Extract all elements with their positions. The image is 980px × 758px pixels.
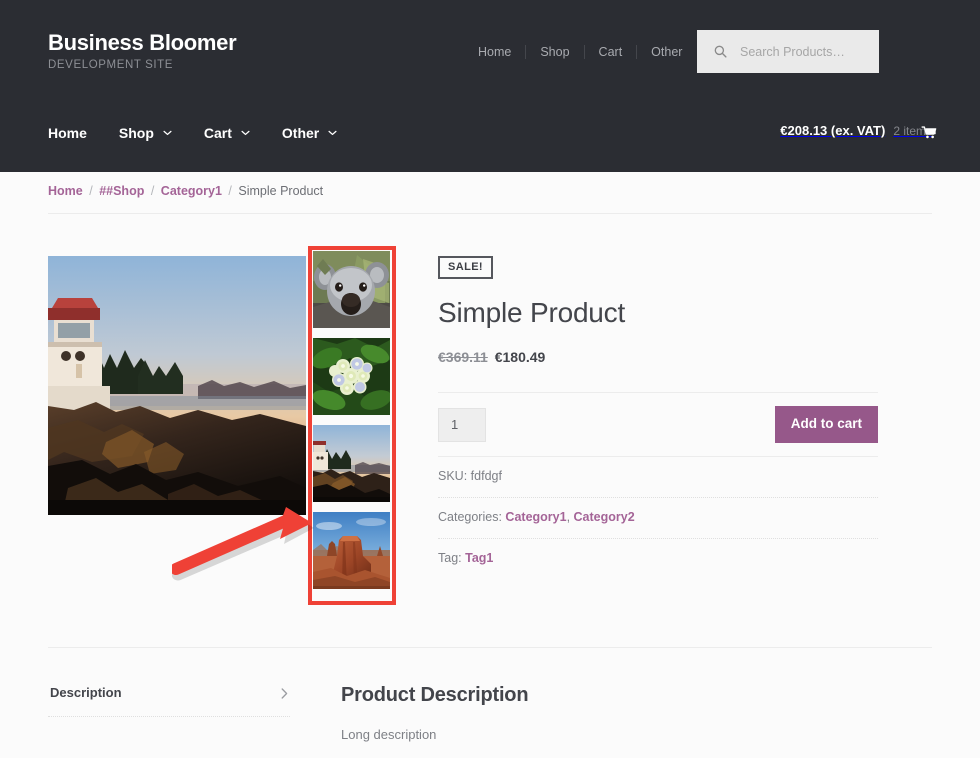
- main-nav-label: Cart: [203, 125, 232, 141]
- add-to-cart-form: Add to cart: [438, 393, 878, 456]
- tab-description-label: Description: [50, 685, 122, 700]
- tabs-top-divider: [48, 647, 932, 648]
- description-panel: Product Description Long description: [341, 682, 881, 758]
- search-input[interactable]: [738, 43, 863, 60]
- koala-bear-image: [313, 251, 390, 328]
- lighthouse-coast-sunset-image: [48, 256, 306, 515]
- chevron-down-icon: [328, 130, 337, 136]
- site-header: Business Bloomer DEVELOPMENT SITE Home S…: [0, 0, 980, 172]
- site-tagline: DEVELOPMENT SITE: [48, 59, 174, 71]
- price-regular: €369.11: [438, 349, 488, 365]
- product-tabs: Description: [48, 684, 290, 717]
- quantity-input[interactable]: [438, 407, 486, 442]
- thumbnail-item-koala[interactable]: [313, 251, 390, 328]
- top-nav-item-shop[interactable]: Shop: [526, 43, 583, 61]
- thumbnail-item-lighthouse[interactable]: [313, 425, 390, 502]
- meta-label: Categories:: [438, 510, 502, 524]
- description-body: Long description: [341, 727, 437, 742]
- meta-label: SKU:: [438, 469, 468, 483]
- product-summary: SALE! Simple Product €369.11 €180.49 Add…: [438, 256, 878, 579]
- thumbnail-item-hydrangea[interactable]: [313, 338, 390, 415]
- meta-value-sku: fdfdgf: [470, 469, 502, 483]
- main-nav-label: Home: [48, 125, 87, 141]
- product-main-image[interactable]: [48, 256, 306, 515]
- breadcrumb: Home / ##Shop / Category1 / Simple Produ…: [48, 183, 323, 200]
- main-nav-label: Shop: [118, 125, 154, 141]
- breadcrumb-separator: /: [228, 184, 232, 198]
- product-thumbnail-list: [313, 251, 390, 589]
- hydrangea-flower-image: [313, 338, 390, 415]
- main-nav-item-other[interactable]: Other: [282, 122, 337, 144]
- breadcrumb-separator: /: [89, 184, 93, 198]
- product-search-form[interactable]: [697, 30, 879, 73]
- product-meta: SKU: fdfdgf Categories: Category1, Categ…: [438, 457, 878, 579]
- chevron-down-icon: [241, 130, 250, 136]
- desert-mesa-rock-image: [313, 512, 390, 589]
- cart-summary-link[interactable]: €208.13 (ex. VAT) 2 items: [780, 123, 937, 139]
- shopping-cart-icon: [921, 126, 937, 139]
- main-nav-label: Other: [281, 125, 320, 141]
- breadcrumb-item-current: Simple Product: [238, 184, 324, 198]
- breadcrumb-item-category1[interactable]: Category1: [161, 184, 222, 198]
- lighthouse-coast-sunset-image: [313, 425, 390, 502]
- cart-total-amount: €208.13 (ex. VAT): [780, 123, 886, 138]
- product-meta-sku: SKU: fdfdgf: [438, 457, 878, 498]
- primary-navigation: Home Shop Cart Other: [48, 122, 369, 144]
- product-title: Simple Product: [438, 297, 626, 328]
- breadcrumb-item-shop[interactable]: ##Shop: [99, 184, 144, 198]
- sale-badge: SALE!: [438, 256, 493, 279]
- site-title: Business Bloomer: [48, 30, 237, 55]
- breadcrumb-item-home[interactable]: Home: [48, 184, 83, 198]
- top-nav-item-cart[interactable]: Cart: [585, 43, 637, 61]
- meta-comma: ,: [566, 510, 571, 524]
- secondary-navigation: Home Shop Cart Other: [478, 43, 696, 61]
- top-nav-item-other[interactable]: Other: [637, 43, 696, 61]
- product-meta-tag: Tag: Tag1: [438, 539, 878, 579]
- add-to-cart-button[interactable]: Add to cart: [774, 406, 878, 443]
- product-meta-categories: Categories: Category1, Category2: [438, 498, 878, 539]
- tag-link-tag1[interactable]: Tag1: [465, 551, 493, 565]
- search-icon: [714, 45, 727, 58]
- chevron-down-icon: [163, 130, 172, 136]
- breadcrumb-separator: /: [150, 184, 155, 198]
- product-price: €369.11 €180.49: [438, 348, 878, 366]
- content-top-divider: [48, 213, 932, 214]
- category-link-category1[interactable]: Category1: [505, 510, 566, 524]
- description-heading: Product Description: [341, 684, 529, 706]
- red-arrow-annotation: [172, 507, 314, 581]
- thumbnail-item-desert-mesa[interactable]: [313, 512, 390, 589]
- main-nav-item-cart[interactable]: Cart: [204, 122, 250, 144]
- meta-label: Tag:: [438, 551, 462, 565]
- top-nav-item-home[interactable]: Home: [478, 43, 525, 61]
- main-nav-item-shop[interactable]: Shop: [119, 122, 172, 144]
- site-branding[interactable]: Business Bloomer DEVELOPMENT SITE: [48, 30, 237, 73]
- category-link-category2[interactable]: Category2: [574, 510, 635, 524]
- tab-description[interactable]: Description: [48, 684, 290, 717]
- main-nav-item-home[interactable]: Home: [48, 122, 87, 144]
- price-sale: €180.49: [494, 349, 546, 365]
- chevron-right-icon: [281, 687, 288, 699]
